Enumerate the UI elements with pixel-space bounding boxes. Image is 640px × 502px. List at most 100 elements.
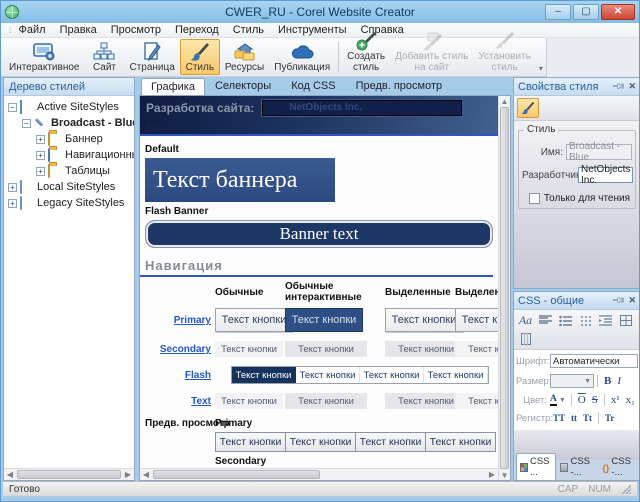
tab-graphics[interactable]: Графика: [141, 78, 205, 95]
nav-button-sample[interactable]: Текст кнопки: [285, 432, 356, 452]
expand-icon[interactable]: +: [36, 135, 45, 144]
menu-tools[interactable]: Инструменты: [278, 24, 347, 36]
banner-preview[interactable]: Текст баннера: [145, 158, 335, 202]
strikethrough-button[interactable]: S: [592, 394, 598, 406]
style-button[interactable]: Стиль: [180, 39, 220, 75]
menu-view[interactable]: Просмотр: [111, 24, 161, 36]
close-panel-icon[interactable]: ✕: [628, 81, 636, 92]
smallcaps-button[interactable]: Tr: [605, 413, 614, 423]
uppercase-button[interactable]: TT: [553, 413, 565, 423]
row-link-primary[interactable]: Primary: [174, 315, 211, 326]
scroll-down-icon[interactable]: ▼: [499, 470, 511, 480]
scroll-left-icon[interactable]: ◀: [140, 470, 152, 480]
nav-button-sample[interactable]: Текст кнопки: [215, 393, 283, 409]
scrollbar-thumb[interactable]: [17, 470, 121, 479]
subscript-button[interactable]: x₁: [626, 394, 635, 406]
italic-button[interactable]: I: [617, 375, 621, 387]
scroll-right-icon[interactable]: ▶: [122, 470, 134, 480]
minimize-button[interactable]: –: [545, 4, 571, 20]
chevron-down-icon[interactable]: ▼: [559, 397, 566, 404]
set-style-button[interactable]: Установить стиль: [473, 39, 536, 75]
page-button[interactable]: Страница: [124, 39, 179, 75]
tree-item-broadcast-blue[interactable]: − Broadcast - Blue: [4, 115, 134, 131]
collapse-icon[interactable]: −: [8, 103, 17, 112]
menu-style[interactable]: Стиль: [233, 24, 264, 36]
tree-item-active-sitestyles[interactable]: − Active SiteStyles: [4, 99, 134, 115]
site-button[interactable]: Сайт: [84, 39, 124, 75]
nav-button-sample[interactable]: Текст кнопки: [296, 367, 360, 383]
nav-button-sample[interactable]: Текст кнопки: [215, 432, 286, 452]
superscript-button[interactable]: x¹: [611, 394, 620, 406]
tab-css-background[interactable]: CSS -...: [557, 454, 598, 480]
new-style-button[interactable]: Создать стиль: [342, 39, 390, 75]
maximize-button[interactable]: ▢: [573, 4, 599, 20]
tree-item-banner[interactable]: + Баннер: [4, 131, 134, 147]
row-link-text[interactable]: Text: [191, 396, 211, 407]
tree-horizontal-scrollbar[interactable]: ◀ ▶: [4, 468, 134, 480]
nav-button-sample[interactable]: Текст кнопки: [285, 308, 363, 332]
scrollbar-thumb[interactable]: [500, 107, 509, 469]
tree-item-local-sitestyles[interactable]: + Local SiteStyles: [4, 179, 134, 195]
developer-field[interactable]: NetObjects Inc.: [578, 167, 633, 183]
editor-vertical-scrollbar[interactable]: ▲ ▼: [498, 96, 510, 480]
expand-icon[interactable]: +: [8, 183, 17, 192]
tree-item-tables[interactable]: + Таблицы: [4, 163, 134, 179]
tab-preview[interactable]: Предв. просмотр: [346, 77, 453, 95]
tab-css-code[interactable]: {} CSS -...: [599, 454, 638, 480]
scroll-left-icon[interactable]: ◀: [4, 470, 16, 480]
indent-button[interactable]: [597, 313, 614, 328]
pin-icon[interactable]: 📌︎: [611, 293, 627, 309]
expand-icon[interactable]: +: [36, 151, 45, 160]
list-button[interactable]: [557, 313, 574, 328]
readonly-checkbox[interactable]: [529, 193, 540, 204]
nav-button-sample[interactable]: Текст кнопки: [455, 341, 498, 357]
menu-file[interactable]: Файл: [19, 24, 46, 36]
interactive-button[interactable]: Интерактивное: [4, 39, 84, 75]
site-developer-field[interactable]: NetObjects Inc.: [262, 100, 462, 116]
tab-css-common[interactable]: CSS ...: [516, 453, 556, 480]
overline-button[interactable]: O: [578, 394, 586, 406]
nav-button-sample[interactable]: Текст кнопки: [355, 432, 426, 452]
style-name-field[interactable]: Broadcast - Blue: [566, 144, 632, 160]
nav-button-sample[interactable]: Текст кнопки: [425, 432, 496, 452]
capitalize-button[interactable]: Tt: [583, 413, 592, 423]
close-button[interactable]: ✕: [601, 4, 635, 20]
tab-selectors[interactable]: Селекторы: [205, 77, 281, 95]
row-link-secondary[interactable]: Secondary: [160, 344, 211, 355]
menu-edit[interactable]: Правка: [60, 24, 97, 36]
editor-horizontal-scrollbar[interactable]: ◀ ▶: [140, 468, 498, 480]
collapse-icon[interactable]: −: [22, 119, 31, 128]
nav-button-sample[interactable]: Текст кнопки: [424, 367, 488, 383]
nav-button-sample[interactable]: Текст кнопки: [360, 367, 424, 383]
size-combo[interactable]: ▼: [550, 374, 594, 388]
bold-button[interactable]: B: [604, 375, 611, 387]
close-panel-icon[interactable]: ✕: [628, 295, 636, 306]
nav-button-sample[interactable]: Текст кнопки: [285, 341, 367, 357]
style-brush-button[interactable]: [517, 98, 539, 118]
expand-icon[interactable]: +: [8, 199, 17, 208]
scrollbar-thumb[interactable]: [153, 470, 320, 479]
publish-button[interactable]: Публикация: [269, 39, 335, 75]
font-combo[interactable]: Автоматически: [550, 354, 638, 368]
resize-grip[interactable]: [621, 484, 631, 494]
column-button[interactable]: [517, 331, 534, 346]
dots-grid-button[interactable]: [577, 313, 594, 328]
align-button[interactable]: [537, 313, 554, 328]
nav-button-sample[interactable]: Текст кнопки: [232, 367, 296, 383]
nav-button-sample[interactable]: Текст кнопки: [455, 308, 498, 332]
lowercase-button[interactable]: tt: [571, 413, 577, 423]
font-style-button[interactable]: Aa: [517, 313, 534, 328]
nav-button-sample[interactable]: Текст кнопки: [385, 308, 463, 332]
menu-go[interactable]: Переход: [175, 24, 219, 36]
font-color-button[interactable]: A: [550, 394, 557, 406]
flash-banner-preview[interactable]: Banner text: [145, 220, 493, 248]
add-style-button[interactable]: Добавить стиль на сайт: [390, 39, 473, 75]
tab-css-code[interactable]: Код CSS: [281, 77, 345, 95]
pin-icon[interactable]: 📌︎: [611, 79, 627, 95]
toolbar-overflow-button[interactable]: ▾: [536, 39, 546, 75]
nav-button-sample[interactable]: Текст кнопки: [215, 308, 293, 332]
row-link-flash[interactable]: Flash: [185, 370, 211, 381]
tree-item-nav-panels[interactable]: + Навигационные панели: [4, 147, 134, 163]
expand-icon[interactable]: +: [36, 167, 45, 176]
nav-button-sample[interactable]: Текст кнопки: [285, 393, 367, 409]
